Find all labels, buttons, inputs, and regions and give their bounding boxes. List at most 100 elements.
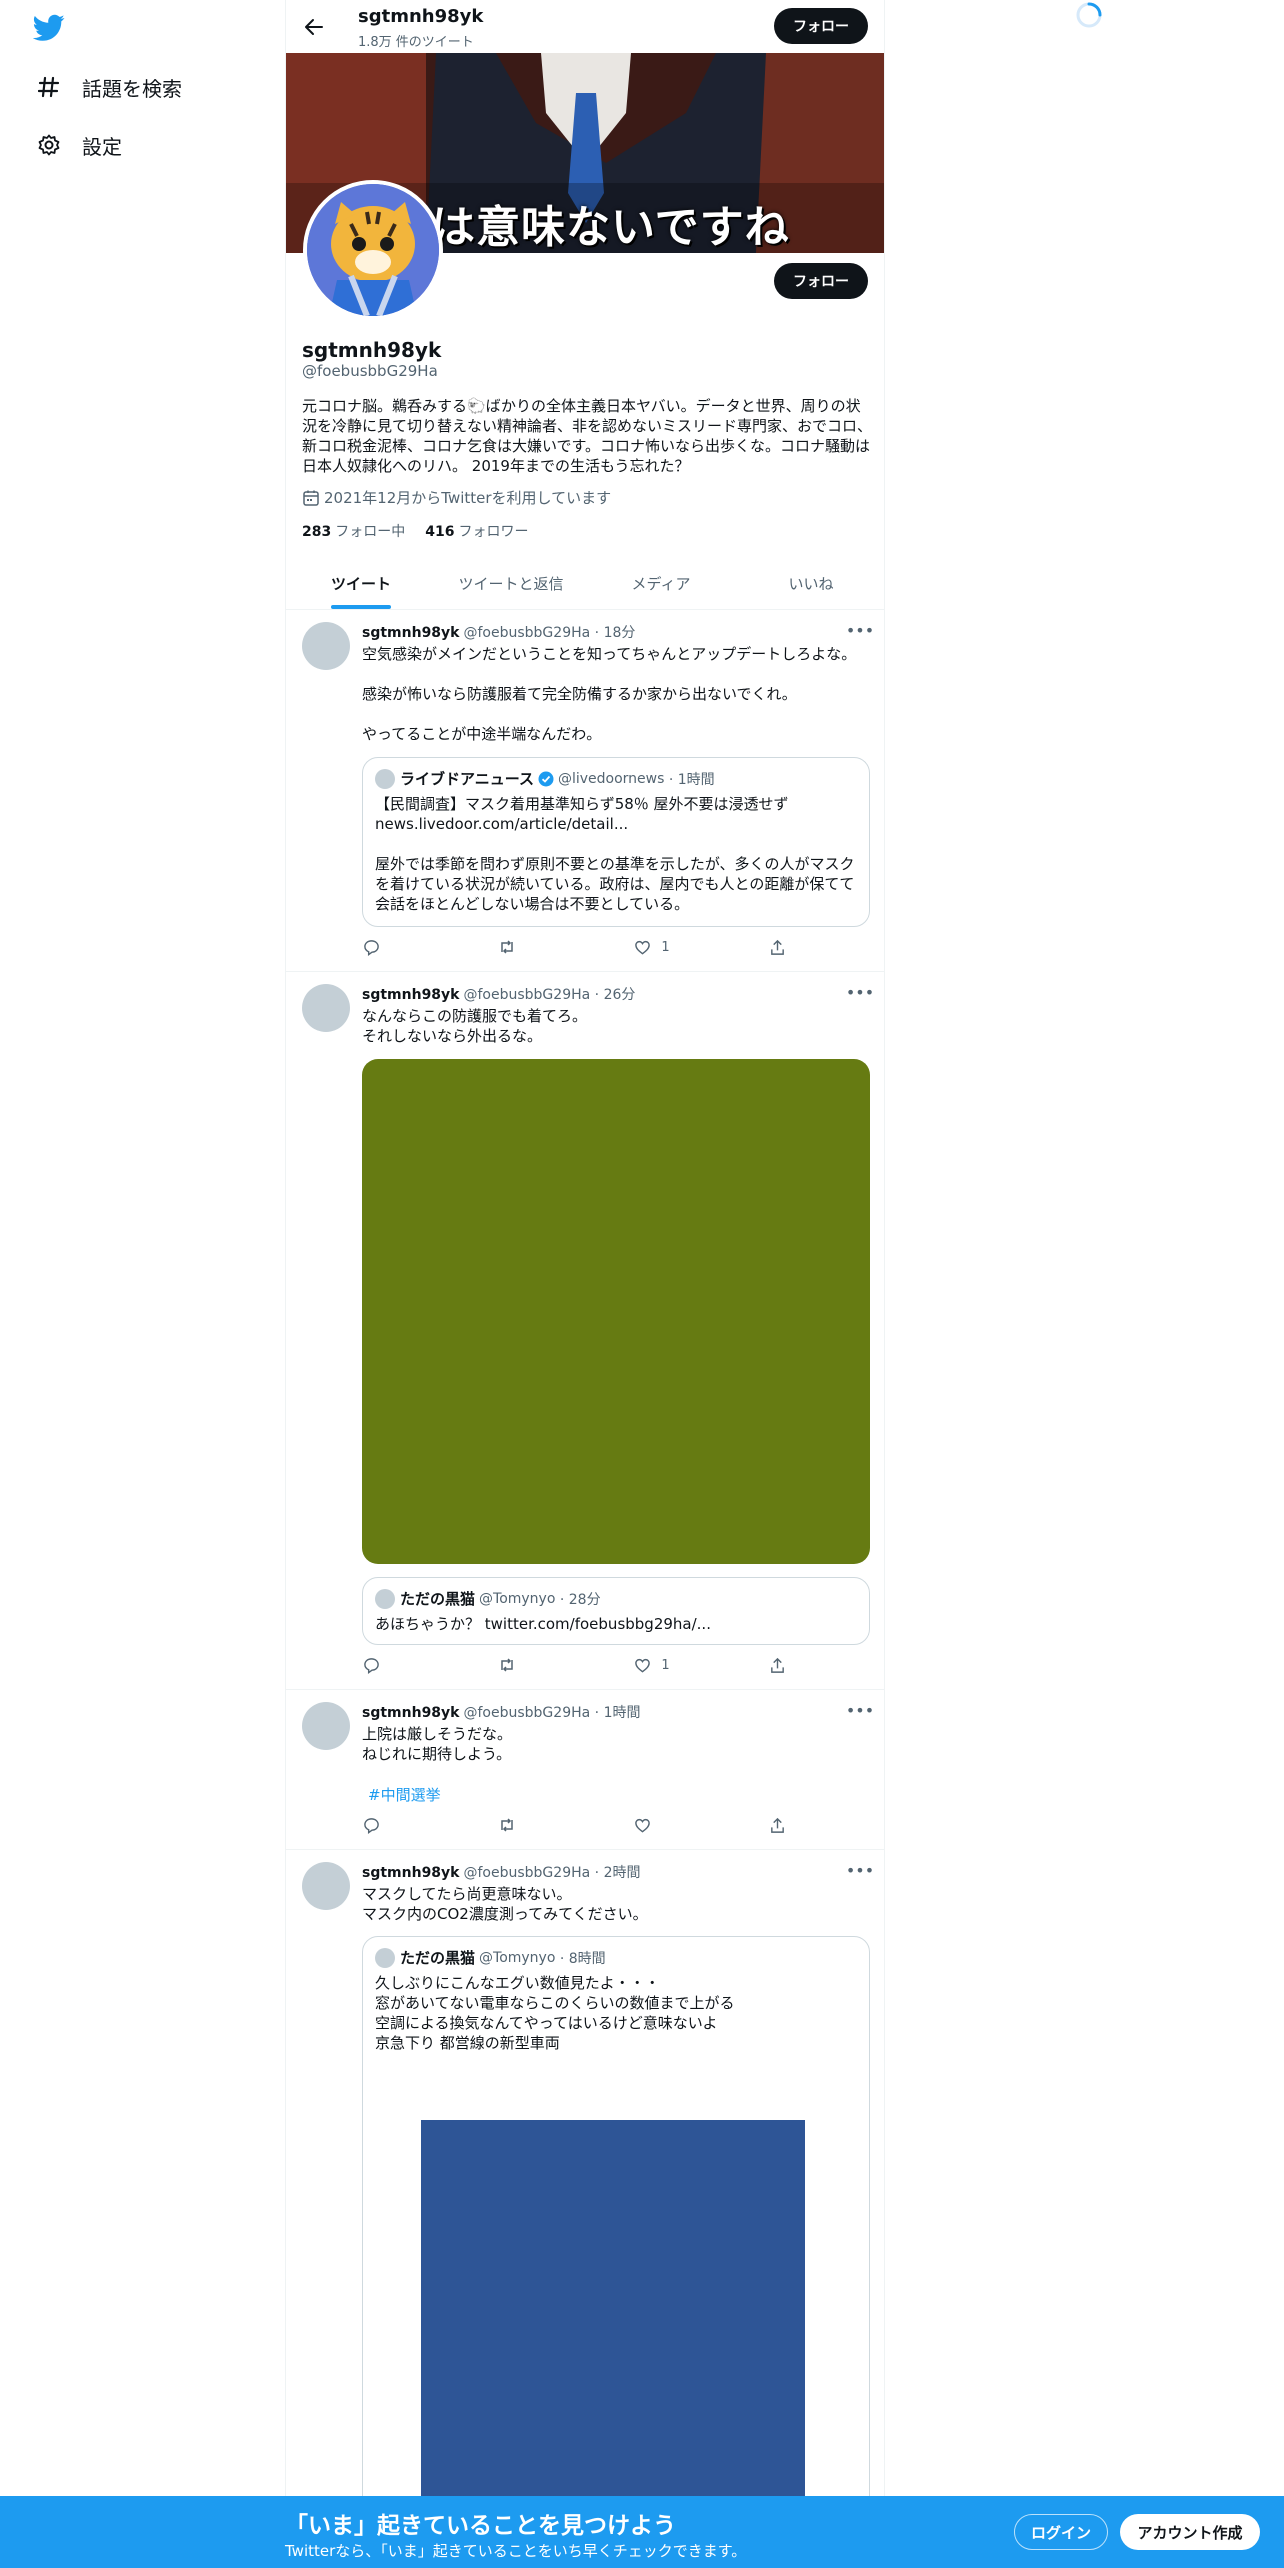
tweet-author-name[interactable]: sgtmnh98yk [362,625,460,641]
more-options-icon[interactable]: ••• [846,982,874,1002]
tweet-avatar[interactable] [302,622,350,670]
quoted-avatar [375,1947,395,1968]
tweet-time[interactable]: · 18分 [595,625,636,641]
tab-tweets-and-replies[interactable]: ツイートと返信 [436,557,586,609]
hashtag-link[interactable]: #中間選挙 [368,1784,441,1805]
header-follow-button[interactable]: フォロー [774,8,868,44]
tweet-actions: 1 [362,938,787,956]
tweet-item[interactable]: sgtmnh98yk @foebusbbG29Ha · 2時間 ••• マスクして… [286,1850,884,2568]
quoted-time: · 1時間 [668,771,715,788]
banner-overlay-text: クは意味ないですね [386,202,790,253]
tweet-time[interactable]: · 1時間 [595,1705,641,1721]
login-button[interactable]: ログイン [1014,2514,1108,2550]
quoted-tweet-header: ただの黒猫 @Tomynyo · 28分 [375,1588,601,1609]
sidebar-item-settings[interactable]: 設定 [36,125,122,165]
tweet-avatar[interactable] [302,984,350,1032]
retweet-icon [498,1816,516,1834]
tweet-item[interactable]: sgtmnh98yk @foebusbbG29Ha · 18分 ••• 空気感染が… [286,610,884,972]
profile-avatar[interactable] [303,180,443,320]
main-column: sgtmnh98yk 1.8万 件のツイート フォロー クは意味ないですね フォ… [285,0,885,2568]
tweet-author-handle[interactable]: @foebusbbG29Ha [464,987,591,1003]
tweet-author-name[interactable]: sgtmnh98yk [362,1865,460,1881]
quoted-time: · 28分 [559,1591,601,1608]
tweet-actions: 1 [362,1656,787,1674]
quoted-tweet[interactable]: ただの黒猫 @Tomynyo · 8時間 久しぶりにこんなエグい数値見たよ・・・… [362,1936,870,2568]
signup-banner-subtitle: Twitterなら、「いま」起きていることをいち早くチェックできます。 [285,2542,747,2560]
quoted-media-image[interactable] [421,2120,805,2560]
reply-button[interactable] [362,1656,442,1674]
followers-count: 416 [425,524,455,540]
like-button[interactable]: 1 [633,1656,713,1674]
tweet-item[interactable]: sgtmnh98yk @foebusbbG29Ha · 1時間 ••• 上院は厳し… [286,1690,884,1850]
tweet-actions [362,1816,787,1834]
retweet-icon [498,938,516,956]
quoted-author-handle: @Tomynyo [479,1590,556,1607]
tweet-author-name[interactable]: sgtmnh98yk [362,1705,460,1721]
heart-icon [633,1656,651,1674]
twitter-bird-icon[interactable] [32,14,65,42]
more-options-icon[interactable]: ••• [846,1860,874,1880]
tweet-text: 上院は厳しそうだな。 ねじれに期待しよう。 [362,1725,513,1763]
profile-follow-button[interactable]: フォロー [774,263,868,299]
heart-icon [633,938,651,956]
quoted-author-name: ライブドアニュース [400,770,534,788]
like-count: 1 [661,1657,670,1673]
share-icon [769,938,786,956]
tab-tweets[interactable]: ツイート [286,557,436,609]
tweet-item[interactable]: sgtmnh98yk @foebusbbG29Ha · 26分 ••• なんならこ… [286,972,884,1690]
quoted-author-handle: @livedoornews [557,770,665,787]
share-button[interactable] [769,938,787,956]
more-options-icon[interactable]: ••• [846,620,874,640]
retweet-button[interactable] [498,938,578,956]
retweet-icon [498,1656,516,1674]
tweet-media-image[interactable] [362,1059,870,1564]
reply-button[interactable] [362,1816,442,1834]
loading-spinner-icon [1075,1,1103,29]
tweet-author-name[interactable]: sgtmnh98yk [362,987,460,1003]
quoted-tweet[interactable]: ただの黒猫 @Tomynyo · 28分 あほちゃうか？ twitter.com… [362,1577,870,1645]
signup-button[interactable]: アカウント作成 [1120,2514,1260,2550]
tweet-text: なんならこの防護服でも着てろ。 それしないなら外出るな。 [362,1007,588,1045]
reply-button[interactable] [362,938,442,956]
profile-tabs: ツイート ツイートと返信 メディア いいね [286,557,884,610]
header-tweet-count: 1.8万 件のツイート [358,35,474,50]
tweet-text: 空気感染がメインだということを知ってちゃんとアップデートしろよな。 感染が怖いな… [362,645,857,743]
more-options-icon[interactable]: ••• [846,1700,874,1720]
profile-bio: 元コロナ脳。鵜呑みする🐑ばかりの全体主義日本ヤバい。データと世界、周りの状況を冷… [302,397,873,475]
tab-likes[interactable]: いいね [736,557,884,609]
signup-banner-title: 「いま」起きていることを見つけよう [285,2513,676,2539]
share-icon [769,1816,786,1834]
tweet-time[interactable]: · 2時間 [595,1865,641,1881]
tweet-author-handle[interactable]: @foebusbbG29Ha [464,1865,591,1881]
sidebar: 話題を検索 設定 [0,0,285,2568]
tweet-avatar[interactable] [302,1862,350,1910]
tweet-header: sgtmnh98yk @foebusbbG29Ha · 26分 [362,984,635,1004]
calendar-icon [302,489,320,507]
verified-badge-icon [538,771,554,787]
retweet-button[interactable] [498,1816,578,1834]
retweet-button[interactable] [498,1656,578,1674]
profile-handle: @foebusbbG29Ha [302,362,438,380]
tweet-author-handle[interactable]: @foebusbbG29Ha [464,625,591,641]
tweet-avatar[interactable] [302,1702,350,1750]
sidebar-item-explore[interactable]: 話題を検索 [36,67,182,107]
like-button[interactable] [633,1816,713,1834]
tab-media[interactable]: メディア [586,557,736,609]
sidebar-item-label: 設定 [82,134,122,159]
like-count: 1 [661,939,670,955]
quoted-tweet[interactable]: ライブドアニュース @livedoornews · 1時間 【民間調査】マスク着… [362,757,870,927]
share-icon [769,1656,786,1674]
tweet-time[interactable]: · 26分 [595,987,636,1003]
tweet-header: sgtmnh98yk @foebusbbG29Ha · 1時間 [362,1702,640,1722]
gear-icon [36,132,62,158]
tweet-author-handle[interactable]: @foebusbbG29Ha [464,1705,591,1721]
followers-link[interactable]: 416 フォロワー [425,521,528,541]
quoted-time: · 8時間 [559,1950,606,1967]
following-link[interactable]: 283 フォロー中 [302,521,405,541]
back-arrow-icon[interactable] [300,13,328,41]
like-button[interactable]: 1 [633,938,713,956]
quoted-tweet-header: ライブドアニュース @livedoornews · 1時間 [375,768,715,789]
tweet-header: sgtmnh98yk @foebusbbG29Ha · 18分 [362,622,635,642]
share-button[interactable] [769,1816,787,1834]
share-button[interactable] [769,1656,787,1674]
